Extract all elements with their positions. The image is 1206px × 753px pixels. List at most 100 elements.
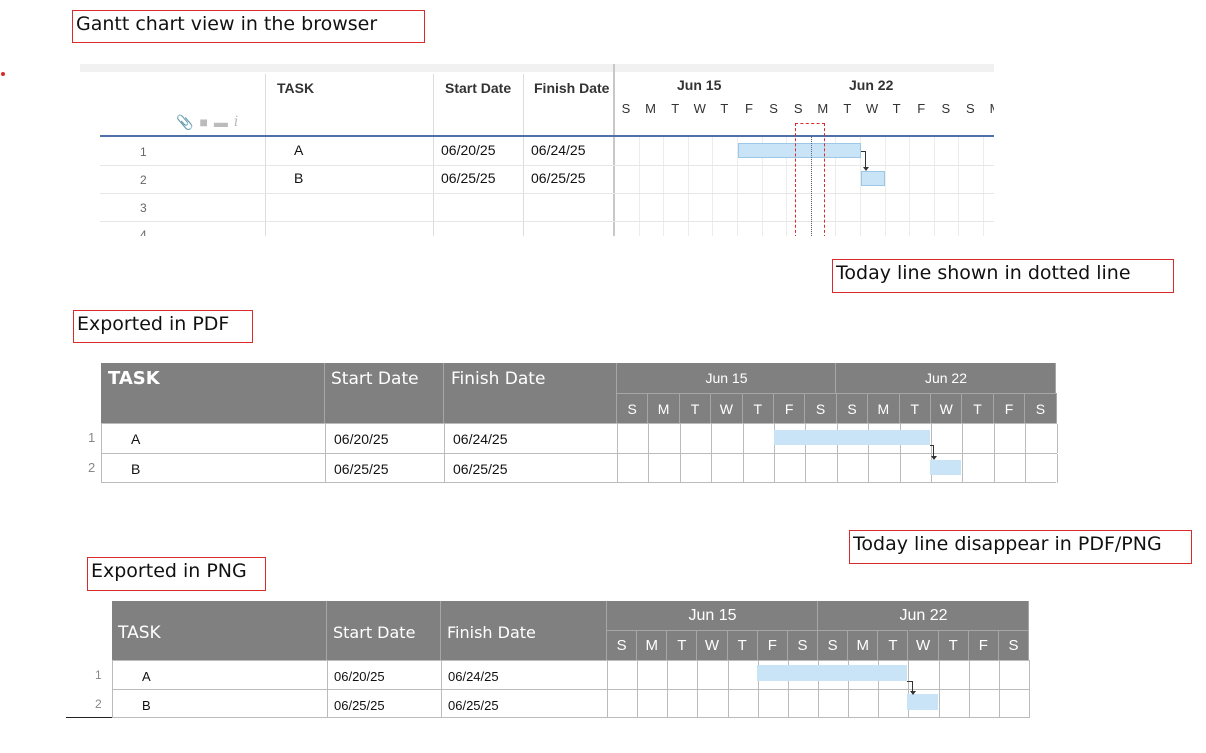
png-header-task: TASK	[118, 623, 161, 643]
pdf-finish-text: 06/24/25	[453, 431, 508, 447]
pdf-week-cell: Jun 15	[617, 363, 836, 393]
png-week-label: Jun 15	[688, 607, 737, 624]
pdf-day-label: M	[648, 393, 680, 423]
png-day-cell	[698, 690, 729, 718]
pdf-day-label: W	[931, 393, 963, 423]
task-cell[interactable]: A	[294, 142, 303, 158]
day-label: M	[817, 101, 829, 116]
row-number: 2	[140, 173, 147, 187]
pdf-table-row: B 06/25/25 06/25/25	[102, 453, 1058, 483]
png-export-table: TASK Start Date Finish Date Jun 15 Jun 2…	[66, 601, 1036, 721]
pdf-day-cell	[681, 424, 713, 453]
pdf-row-number: 2	[88, 460, 96, 475]
pdf-export-table: TASK Start Date Finish Date Jun 15 Jun 2…	[80, 363, 1060, 488]
task-cell[interactable]: B	[294, 170, 303, 186]
pdf-day-label: T	[962, 393, 994, 423]
day-label: T	[720, 101, 729, 116]
png-day-label: S	[787, 630, 819, 660]
pdf-finish-text: 06/25/25	[453, 461, 508, 477]
png-day-cell	[879, 690, 910, 718]
png-day-cell	[910, 661, 940, 689]
day-label: F	[917, 101, 926, 116]
pdf-header-finish-cell: Finish Date	[444, 363, 617, 423]
header-separator	[100, 135, 994, 137]
finish-date-cell[interactable]: 06/25/25	[531, 170, 586, 186]
row-line	[100, 221, 994, 222]
row-action-icons: 📎 ■ ▬ i	[176, 114, 238, 131]
png-header-finish-cell: Finish Date	[441, 601, 607, 660]
header-finish-date[interactable]: Finish Date	[534, 80, 609, 96]
png-day-cell	[1000, 690, 1031, 718]
png-header-start-cell: Start Date	[327, 601, 441, 660]
png-day-label: T	[938, 630, 969, 660]
info-icon[interactable]: i	[234, 114, 238, 131]
pdf-day-cell	[618, 454, 650, 483]
pdf-day-cell	[712, 454, 744, 483]
png-week-cell: Jun 15	[607, 601, 818, 630]
png-gantt-bar-b	[907, 694, 938, 710]
proof-icon[interactable]: ▬	[214, 114, 228, 131]
png-row-number: 1	[95, 668, 102, 682]
pdf-week-label: Jun 15	[705, 370, 748, 386]
start-date-cell[interactable]: 06/25/25	[441, 170, 496, 186]
dependency-connector	[861, 151, 866, 167]
pdf-day-label: S	[1025, 393, 1057, 423]
png-day-label: W	[908, 630, 939, 660]
day-label: S	[621, 101, 631, 116]
callout-pdf: Exported in PDF	[73, 310, 253, 343]
row-number: 3	[140, 201, 147, 215]
attachment-icon[interactable]: 📎	[176, 114, 193, 131]
png-day-cell	[729, 690, 759, 718]
pdf-day-cell	[744, 424, 775, 453]
png-day-cell	[789, 690, 820, 718]
pdf-day-cell	[681, 454, 713, 483]
day-label: S	[793, 101, 803, 116]
pdf-dependency-arrow-icon	[931, 456, 937, 460]
day-label: T	[843, 101, 852, 116]
pdf-gantt-bar-a	[774, 430, 930, 445]
header-start-date[interactable]: Start Date	[445, 80, 511, 96]
col-divider	[523, 74, 524, 236]
png-day-label: W	[697, 630, 728, 660]
png-dependency-arrow-icon	[910, 691, 916, 695]
finish-date-cell[interactable]: 06/24/25	[531, 142, 586, 158]
png-day-cell	[819, 690, 850, 718]
png-day-label: M	[637, 630, 668, 660]
pdf-day-cell	[932, 424, 964, 453]
png-day-label: S	[607, 630, 638, 660]
pdf-day-label: F	[993, 393, 1026, 423]
pdf-header-finish-date: Finish Date	[451, 369, 546, 389]
png-start-text: 06/25/25	[334, 698, 385, 713]
gantt-bar-b[interactable]	[861, 171, 885, 186]
png-day-label: S	[998, 630, 1030, 660]
browser-gantt-view: 📎 ■ ▬ i TASK Start Date Finish Date Jun …	[80, 64, 994, 236]
day-label: M	[983, 101, 994, 116]
pdf-day-label: F	[774, 393, 806, 423]
pdf-day-cell	[963, 454, 995, 483]
png-task-text: B	[142, 698, 151, 713]
png-week-cell: Jun 22	[818, 601, 1029, 630]
png-header-start-date: Start Date	[333, 623, 416, 642]
png-day-cell	[940, 690, 970, 718]
png-header-task-cell: TASK	[112, 601, 327, 660]
pdf-row-number: 1	[88, 430, 96, 445]
day-label: T	[892, 101, 901, 116]
day-label: S	[769, 101, 778, 116]
row-line	[100, 193, 994, 194]
week-label: Jun 15	[677, 77, 722, 93]
pdf-day-cell	[963, 424, 995, 453]
pdf-day-cell	[995, 454, 1027, 483]
today-highlight-box	[795, 123, 825, 236]
header-task[interactable]: TASK	[277, 80, 314, 96]
png-start-text: 06/20/25	[334, 669, 385, 684]
pdf-header-start-date: Start Date	[331, 369, 419, 389]
pdf-day-cell	[618, 424, 650, 453]
pdf-day-cell	[1026, 424, 1058, 453]
pdf-task-text: B	[131, 461, 141, 477]
comment-icon[interactable]: ■	[199, 114, 207, 131]
pdf-day-cell	[712, 424, 744, 453]
start-date-cell[interactable]: 06/20/25	[441, 142, 496, 158]
pdf-header-task-cell: TASK	[101, 363, 325, 423]
pdf-week-label: Jun 22	[924, 370, 968, 386]
png-day-cell	[729, 661, 759, 689]
